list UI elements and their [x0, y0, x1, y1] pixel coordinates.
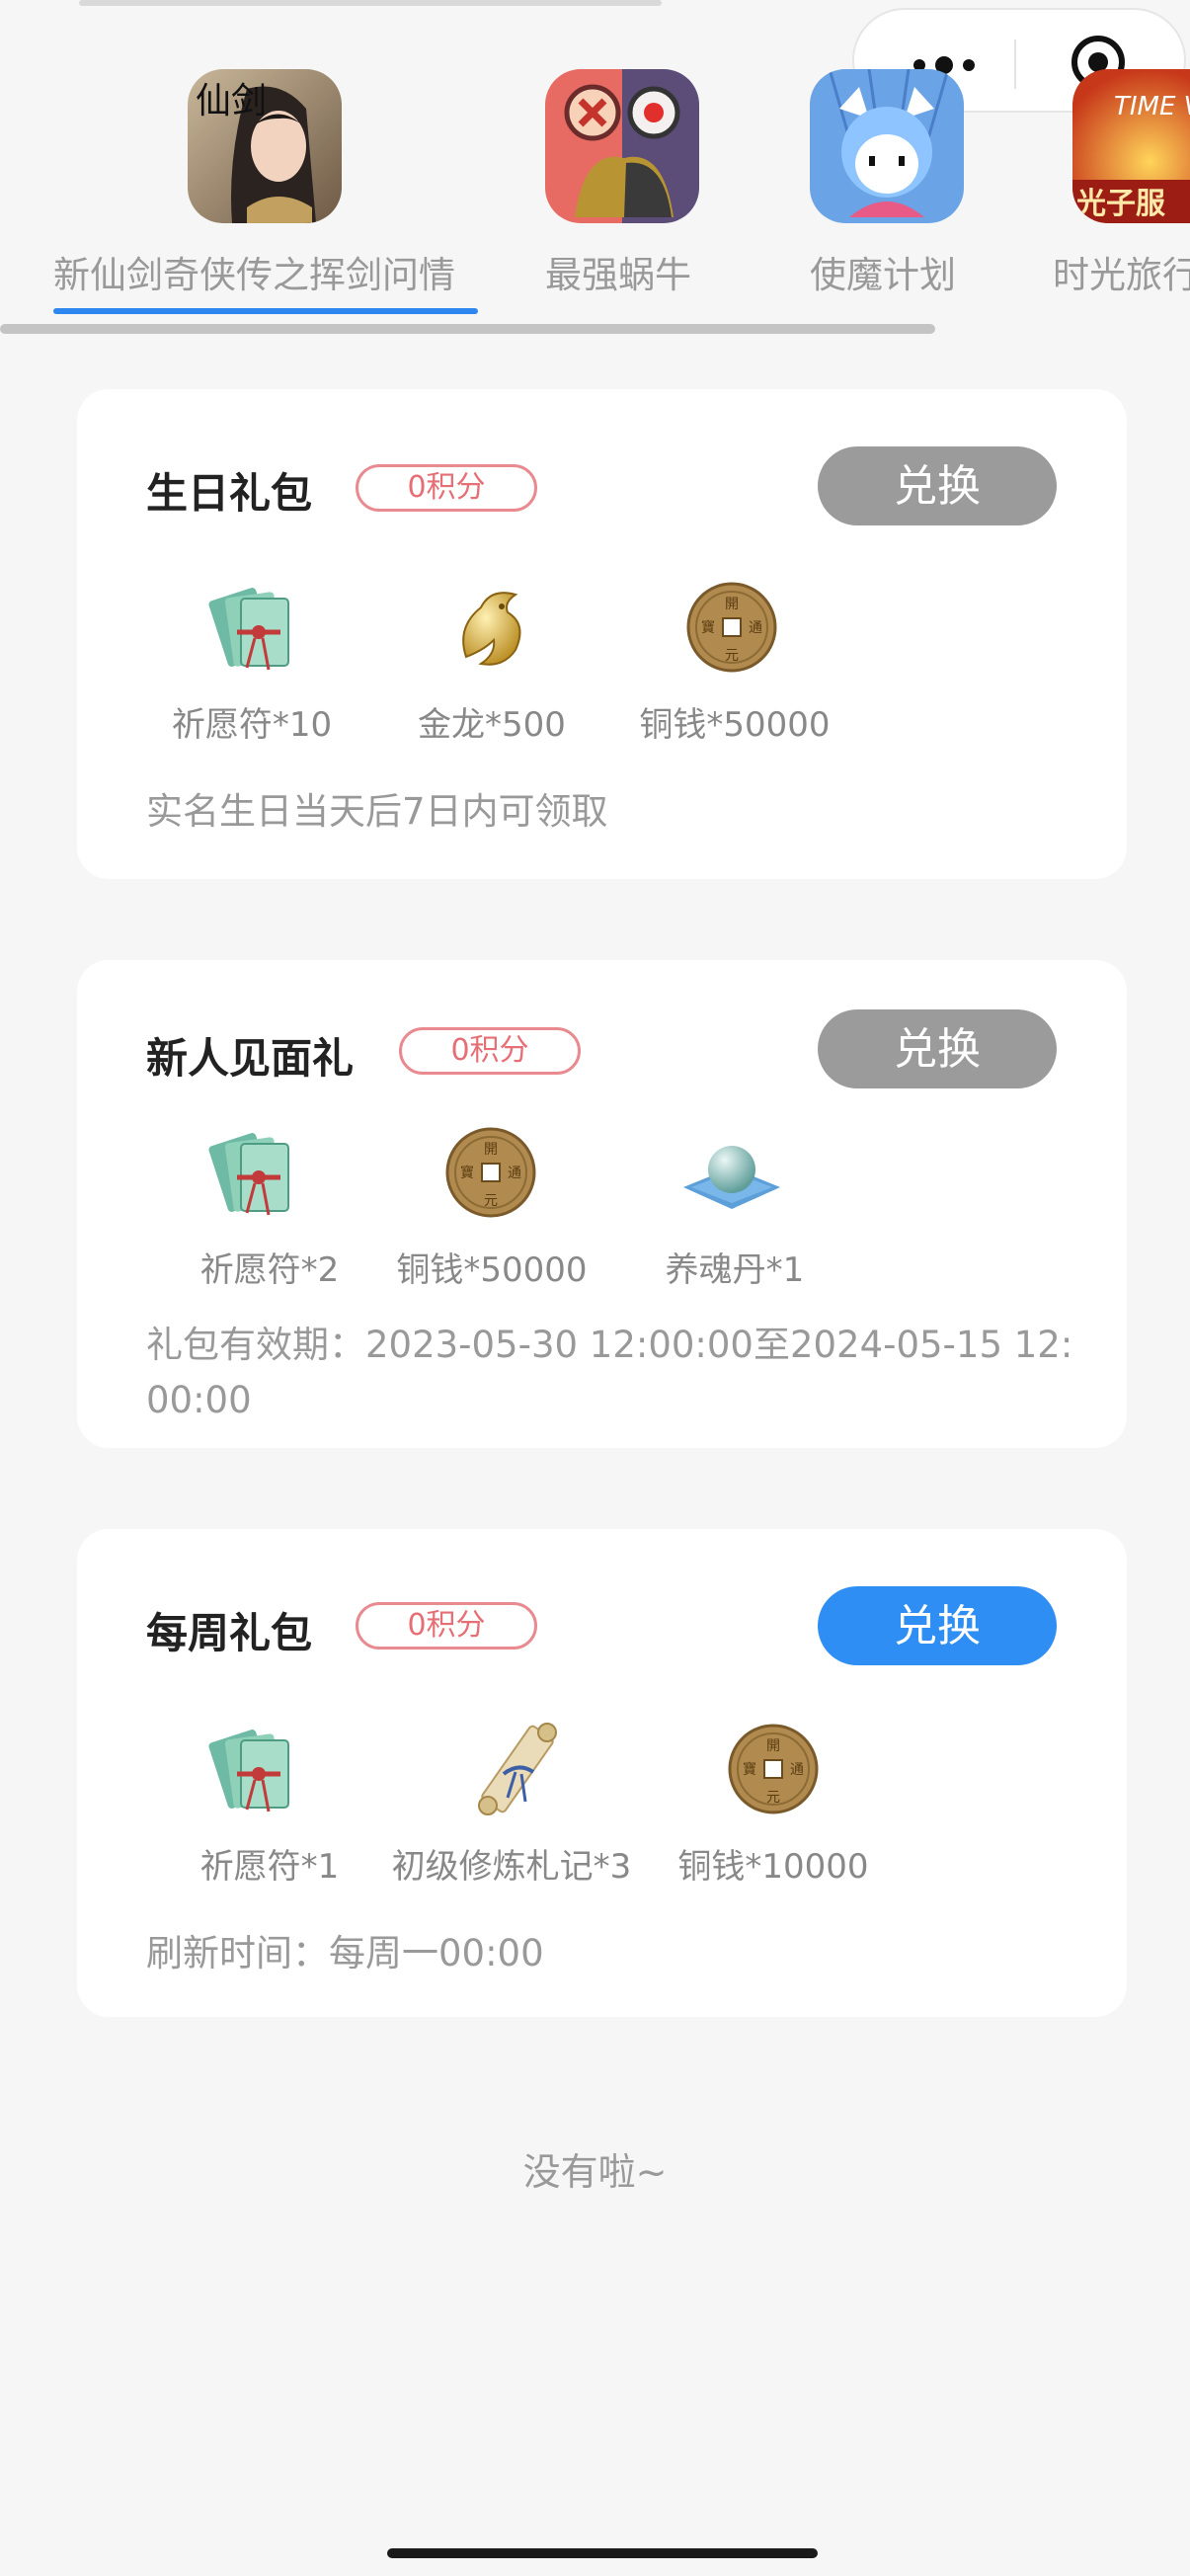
end-of-list-text: 没有啦~ — [522, 2150, 668, 2194]
points-badge: 0积分 — [356, 1602, 537, 1650]
reward-label: 铜钱*10000 — [677, 1847, 869, 1887]
gift-card-weekly: 每周礼包 0积分 兑换 祈愿符*1 初级修炼札记*3 開 元 通 寶 铜钱*10… — [77, 1529, 1127, 2017]
copper-coin-icon: 開 元 通 寶 — [686, 582, 777, 673]
gift-card-birthday: 生日礼包 0积分 兑换 祈愿符*10 金龙*500 開 元 通 寶 铜钱*500… — [77, 389, 1127, 879]
wish-talisman-icon — [208, 588, 289, 671]
reward-label: 金龙*500 — [418, 705, 566, 745]
card-title: 新人见面礼 — [146, 1034, 355, 1083]
reward-label: 祈愿符*2 — [199, 1250, 340, 1290]
reward-label: 祈愿符*1 — [199, 1847, 340, 1887]
shimo-game-icon — [810, 69, 964, 223]
points-badge: 0积分 — [399, 1027, 581, 1075]
tab-label: 新仙剑奇侠传之挥剑问情 — [53, 254, 455, 296]
card-note: 礼包有效期：2023-05-30 12:00:00至2024-05-15 12:… — [146, 1324, 1073, 1421]
points-badge: 0积分 — [356, 464, 537, 512]
svg-text:元: 元 — [725, 648, 739, 664]
svg-text:元: 元 — [766, 1790, 780, 1806]
copper-coin-icon: 開 元 通 寶 — [445, 1127, 536, 1218]
svg-text:仙剑: 仙剑 — [196, 81, 267, 121]
copper-coin-icon: 開 元 通 寶 — [728, 1724, 819, 1814]
card-title: 每周礼包 — [146, 1609, 313, 1657]
wish-talisman-icon — [208, 1133, 289, 1216]
exchange-button[interactable]: 兑换 — [818, 1009, 1057, 1088]
tabs-scrollbar[interactable] — [0, 324, 935, 334]
active-tab-underline — [53, 308, 478, 314]
time-voyager-game-icon: TIME VOYAGER 光子服 — [1072, 69, 1190, 223]
reward-label: 铜钱*50000 — [639, 705, 831, 745]
top-scroll-indicator — [79, 0, 662, 6]
svg-text:TIME VOYAGER: TIME VOYAGER — [1114, 92, 1190, 121]
tab-time-voyager[interactable]: TIME VOYAGER 光子服 时光旅行 — [1053, 69, 1190, 326]
tab-shimo[interactable]: 使魔计划 — [798, 69, 976, 326]
tab-label: 使魔计划 — [810, 254, 956, 296]
svg-text:寶: 寶 — [743, 1762, 756, 1778]
svg-text:開: 開 — [484, 1142, 498, 1158]
exchange-button[interactable]: 兑换 — [818, 446, 1057, 525]
home-indicator[interactable] — [387, 2548, 818, 2558]
game-tabs: 仙剑 新仙剑奇侠传之挥剑问情 最强蜗牛 使魔计划 TIME 光子服 时光旅行 — [0, 69, 1190, 336]
soul-pill-icon — [683, 1146, 780, 1209]
exchange-button[interactable]: 兑换 — [818, 1586, 1057, 1665]
tab-xianjian[interactable]: 仙剑 新仙剑奇侠传之挥剑问情 — [40, 69, 494, 326]
svg-text:開: 開 — [725, 597, 739, 612]
tab-label: 时光旅行 — [1053, 254, 1190, 296]
gift-card-newcomer: 新人见面礼 0积分 兑换 祈愿符*2 開 元 通 寶 铜钱*50000 养魂丹*… — [77, 960, 1127, 1448]
golden-dragon-icon — [462, 592, 521, 666]
card-note: 刷新时间：每周一00:00 — [146, 1932, 544, 1974]
svg-text:元: 元 — [484, 1193, 498, 1209]
xianjian-game-icon: 仙剑 — [188, 69, 342, 223]
snail-game-icon — [545, 69, 699, 223]
reward-label: 养魂丹*1 — [665, 1250, 805, 1290]
card-title: 生日礼包 — [146, 469, 313, 518]
reward-label: 祈愿符*10 — [171, 705, 333, 745]
svg-text:通: 通 — [749, 620, 762, 636]
reward-label: 初级修炼札记*3 — [391, 1847, 632, 1887]
svg-text:寶: 寶 — [460, 1166, 474, 1181]
svg-text:光子服: 光子服 — [1076, 187, 1166, 221]
scroll-icon — [478, 1723, 557, 1815]
reward-label: 铜钱*50000 — [396, 1250, 588, 1290]
svg-text:寶: 寶 — [701, 620, 715, 636]
wish-talisman-icon — [208, 1730, 289, 1812]
svg-text:通: 通 — [508, 1166, 521, 1181]
tab-snail[interactable]: 最强蜗牛 — [533, 69, 711, 326]
svg-text:開: 開 — [766, 1738, 780, 1754]
card-note: 实名生日当天后7日内可领取 — [146, 790, 608, 833]
tab-label: 最强蜗牛 — [545, 254, 691, 296]
svg-text:通: 通 — [790, 1762, 804, 1778]
